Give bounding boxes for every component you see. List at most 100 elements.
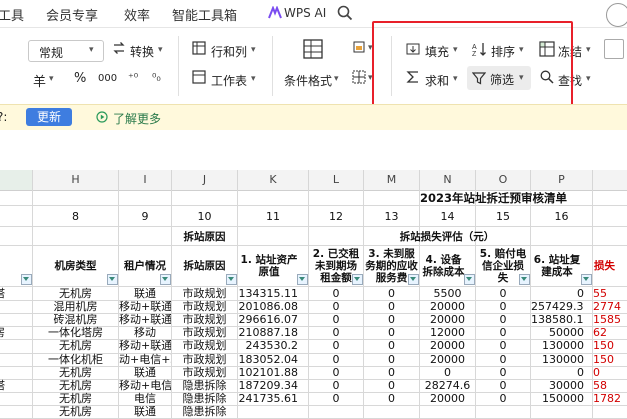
- sheet-title[interactable]: 2023年站址拆迁预审核清单: [420, 192, 627, 205]
- cell-loss-total[interactable]: 150: [593, 353, 627, 366]
- cell-asset[interactable]: 183052.04: [238, 353, 299, 366]
- column-header-p[interactable]: P: [531, 170, 593, 190]
- filter-dropdown-icon[interactable]: [107, 274, 118, 285]
- cell-demolish[interactable]: 0: [420, 366, 475, 379]
- learn-more-link[interactable]: 了解更多: [113, 110, 161, 127]
- cell-service[interactable]: 0: [364, 339, 419, 352]
- cell-tenant[interactable]: 联通: [119, 405, 171, 418]
- cell-rebuild[interactable]: 130000: [531, 339, 584, 352]
- filter-dropdown-icon[interactable]: [581, 274, 592, 285]
- cell-number[interactable]: 8: [33, 210, 118, 223]
- cell-rebuild[interactable]: 257429.31: [531, 300, 584, 313]
- cell-loss-total[interactable]: 1585: [593, 313, 627, 326]
- cell-asset[interactable]: 201086.08: [238, 300, 299, 313]
- cell-demolish[interactable]: 12000: [420, 326, 475, 339]
- cell-compensate[interactable]: 0: [476, 313, 530, 326]
- cell-reason[interactable]: 市政规划: [172, 287, 237, 300]
- column-header-i[interactable]: I: [119, 170, 172, 190]
- filter-dropdown-icon[interactable]: [297, 274, 308, 285]
- cell-number[interactable]: 10: [172, 210, 237, 223]
- cell-loss-total[interactable]: 0: [593, 366, 627, 379]
- cell-reason[interactable]: 市政规划: [172, 339, 237, 352]
- cell-demolish[interactable]: 20000: [420, 339, 475, 352]
- cell-reason[interactable]: 市政规划: [172, 366, 237, 379]
- cell-asset[interactable]: 102101.88: [238, 366, 299, 379]
- cell-tenant[interactable]: 移动+联通: [119, 300, 171, 313]
- percent-button[interactable]: %: [74, 71, 86, 86]
- cell-tenant[interactable]: 移动+联通: [119, 313, 171, 326]
- menu-efficiency[interactable]: 效率: [124, 5, 150, 24]
- group-header-loss[interactable]: 拆站损失评估（元）: [364, 231, 530, 243]
- cell-room-type[interactable]: 一体化机柜: [33, 353, 118, 366]
- cell-service[interactable]: 0: [364, 366, 419, 379]
- header-rebuild[interactable]: 6. 站址复建成本: [532, 254, 582, 278]
- cell-service[interactable]: 0: [364, 313, 419, 326]
- cell-rent[interactable]: 0: [309, 392, 363, 405]
- cell-number[interactable]: 14: [420, 210, 475, 223]
- cell-tenant[interactable]: 电信: [119, 392, 171, 405]
- avatar[interactable]: [606, 3, 627, 27]
- convert-button[interactable]: 转换: [130, 43, 154, 60]
- cell-number[interactable]: 15: [476, 210, 530, 223]
- cell-service[interactable]: 0: [364, 379, 419, 392]
- thousands-button[interactable]: 000: [98, 73, 117, 84]
- cell-reason[interactable]: 市政规划: [172, 313, 237, 326]
- column-header-g[interactable]: [0, 170, 33, 190]
- cell-rent[interactable]: 0: [309, 300, 363, 313]
- cell-rent[interactable]: 0: [309, 353, 363, 366]
- cell-rebuild[interactable]: 150000: [531, 392, 584, 405]
- cell-number[interactable]: 11: [238, 210, 308, 223]
- cell-tenant[interactable]: 移动+联通: [119, 339, 171, 352]
- cell-number[interactable]: 13: [364, 210, 419, 223]
- header-demolish[interactable]: 4. 设备拆除成本: [421, 254, 466, 278]
- cell-demolish[interactable]: 20000: [420, 313, 475, 326]
- cell-service[interactable]: 0: [364, 300, 419, 313]
- cell-rebuild[interactable]: 130000: [531, 353, 584, 366]
- filter-dropdown-icon[interactable]: [226, 274, 237, 285]
- cell-loss-total[interactable]: 58: [593, 379, 627, 392]
- cell-room-type[interactable]: 无机房: [33, 392, 118, 405]
- header-tenant[interactable]: 租户情况: [119, 260, 171, 272]
- cell-compensate[interactable]: 0: [476, 287, 530, 300]
- cell-left-fragment[interactable]: 塔: [0, 379, 32, 392]
- filter-dropdown-icon[interactable]: [21, 274, 32, 285]
- cell-tenant[interactable]: 联通: [119, 366, 171, 379]
- cell-room-type[interactable]: 砖混机房: [33, 313, 118, 326]
- cell-compensate[interactable]: 0: [476, 326, 530, 339]
- cell-left-fragment[interactable]: 房: [0, 326, 32, 339]
- number-format-select[interactable]: 常规 ▾: [28, 40, 104, 62]
- cell-room-type[interactable]: 无机房: [33, 379, 118, 392]
- cell-rent[interactable]: 0: [309, 287, 363, 300]
- menu-smart-toolbox[interactable]: 智能工具箱: [172, 5, 237, 24]
- border-icon[interactable]: [352, 70, 366, 84]
- column-header-n[interactable]: N: [420, 170, 476, 190]
- cell-rebuild[interactable]: 50000: [531, 326, 584, 339]
- menu-wps-ai[interactable]: WPS AI: [284, 6, 326, 20]
- increase-decimal-icon[interactable]: ⁺⁰: [128, 71, 138, 84]
- cell-rebuild[interactable]: 30000: [531, 379, 584, 392]
- column-header-o[interactable]: O: [476, 170, 531, 190]
- cell-tenant[interactable]: 移动: [119, 326, 171, 339]
- cell-reason[interactable]: 市政规划: [172, 326, 237, 339]
- cell-asset[interactable]: 241735.61: [238, 392, 299, 405]
- cell-reason[interactable]: 隐患拆除: [172, 405, 237, 418]
- cell-compensate[interactable]: 0: [476, 366, 530, 379]
- cell-rent[interactable]: 0: [309, 313, 363, 326]
- cell-loss-total[interactable]: 2774: [593, 300, 627, 313]
- decrease-decimal-icon[interactable]: ⁰₀: [152, 71, 161, 84]
- cell-asset[interactable]: 243530.2: [238, 339, 299, 352]
- group-header-reason[interactable]: 拆站原因: [172, 231, 237, 243]
- cell-reason[interactable]: 市政规划: [172, 300, 237, 313]
- cell-service[interactable]: 0: [364, 353, 419, 366]
- cell-service[interactable]: 0: [364, 287, 419, 300]
- cell-tenant[interactable]: 动+电信+联通: [119, 353, 171, 366]
- cell-compensate[interactable]: 0: [476, 379, 530, 392]
- cell-demolish[interactable]: 20000: [420, 353, 475, 366]
- cell-rent[interactable]: 0: [309, 379, 363, 392]
- cell-asset[interactable]: 296616.07: [238, 313, 299, 326]
- cell-room-type[interactable]: 无机房: [33, 339, 118, 352]
- cell-compensate[interactable]: 0: [476, 353, 530, 366]
- cell-demolish[interactable]: 20000: [420, 300, 475, 313]
- worksheet-button[interactable]: 工作表: [211, 72, 247, 89]
- column-header-j[interactable]: J: [172, 170, 238, 190]
